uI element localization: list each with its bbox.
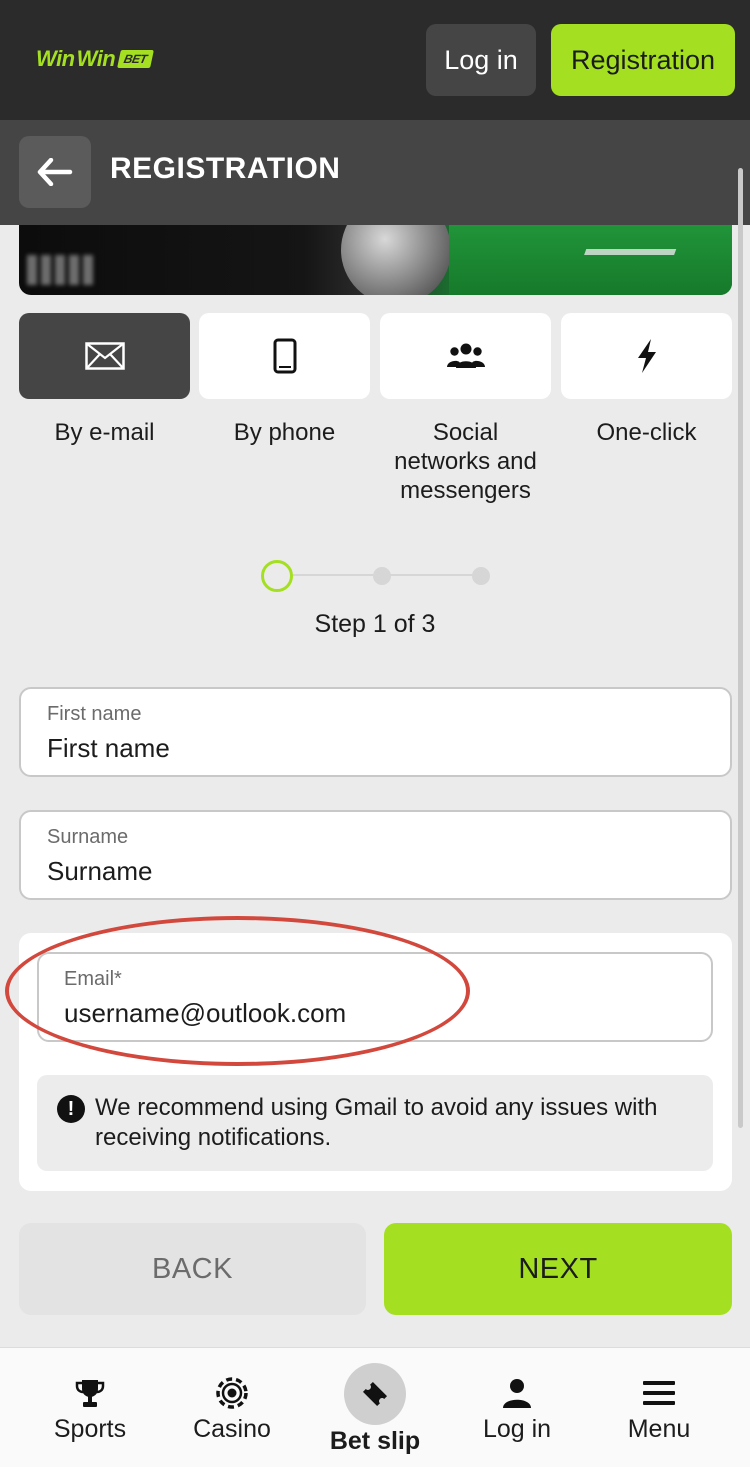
group-icon	[446, 343, 485, 368]
first-name-field[interactable]: First name First name	[19, 687, 732, 777]
casino-chip-icon	[216, 1377, 248, 1409]
envelope-icon	[84, 342, 125, 370]
first-name-label: First name	[47, 703, 142, 725]
method-tab-social[interactable]	[380, 313, 551, 399]
nav-menu[interactable]: Menu	[589, 1357, 729, 1457]
email-value[interactable]: username@outlook.com	[64, 998, 346, 1029]
phone-icon	[273, 338, 296, 374]
logo-bet-badge: BET	[117, 50, 154, 68]
scrollbar[interactable]	[738, 168, 743, 1128]
surname-field[interactable]: Surname Surname	[19, 810, 732, 900]
arrow-left-icon	[37, 158, 73, 186]
winwin-logo[interactable]: Win Win BET	[36, 46, 154, 72]
shirt-print	[571, 249, 677, 289]
gmail-recommendation-notice: ! We recommend using Gmail to avoid any …	[37, 1075, 713, 1171]
exclamation-icon: !	[57, 1095, 85, 1123]
method-label-one-click[interactable]: One-click	[561, 418, 732, 447]
hamburger-icon	[643, 1381, 675, 1405]
stepper-step-2	[373, 567, 391, 585]
ticket-icon	[362, 1381, 388, 1407]
user-icon	[503, 1379, 531, 1408]
first-name-value[interactable]: First name	[47, 733, 170, 764]
nav-bet-slip[interactable]: Bet slip	[305, 1357, 445, 1457]
nav-login[interactable]: Log in	[447, 1357, 587, 1457]
step-indicator-text: Step 1 of 3	[314, 610, 436, 638]
nav-casino[interactable]: Casino	[162, 1357, 302, 1457]
registration-button[interactable]: Registration	[551, 24, 735, 96]
method-label-social[interactable]: Social networks and messengers	[380, 418, 551, 505]
method-label-email[interactable]: By e-mail	[19, 418, 190, 447]
email-field[interactable]: Email* username@outlook.com	[37, 952, 713, 1042]
nav-sports[interactable]: Sports	[20, 1357, 160, 1457]
next-button[interactable]: NEXT	[384, 1223, 732, 1315]
login-button[interactable]: Log in	[426, 24, 536, 96]
stepper-current-step	[261, 560, 293, 592]
stadium-lights	[27, 255, 97, 285]
soccer-ball-image	[341, 225, 451, 295]
email-label: Email*	[64, 968, 122, 990]
method-tab-one-click[interactable]	[561, 313, 732, 399]
page-title: REGISTRATION	[110, 152, 341, 185]
back-arrow-button[interactable]	[19, 136, 91, 208]
lightning-icon	[637, 339, 656, 373]
promo-banner	[19, 225, 732, 295]
trophy-icon	[75, 1380, 105, 1407]
method-label-phone[interactable]: By phone	[199, 418, 370, 447]
method-tab-email[interactable]	[19, 313, 190, 399]
surname-label: Surname	[47, 826, 129, 848]
method-tab-phone[interactable]	[199, 313, 370, 399]
notice-text: We recommend using Gmail to avoid any is…	[95, 1094, 658, 1151]
surname-value[interactable]: Surname	[47, 856, 153, 887]
back-button[interactable]: BACK	[19, 1223, 366, 1315]
stepper-step-3	[472, 567, 490, 585]
